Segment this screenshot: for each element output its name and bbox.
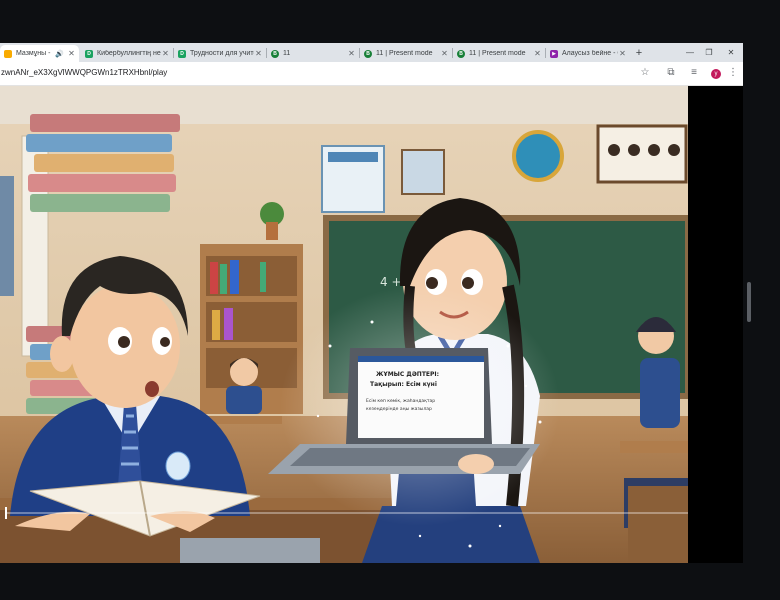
tab-present-mode-2[interactable]: B 11 | Present mode ✕	[453, 45, 545, 62]
tab-label: Кибербуллингтің нег	[97, 50, 161, 57]
video-progress-bar[interactable]	[5, 512, 688, 514]
tab-label: Алаусыз бейне - Goo	[562, 50, 618, 57]
letterbox-bar	[688, 86, 743, 563]
profile-avatar[interactable]: у	[711, 69, 721, 79]
tab-11[interactable]: B 11 ✕	[267, 45, 359, 62]
bookmark-star-icon[interactable]: ☆	[638, 66, 652, 80]
tab-label: 11 | Present mode	[376, 50, 433, 57]
address-bar: zwnANr_eX3XgVlWWQPGWn1zTRXHbnl/play ☆ ⧉ …	[0, 62, 743, 86]
purple-video-icon: ▶	[550, 49, 558, 58]
video-viewport: 4 + 3 =	[0, 86, 743, 563]
doc-icon: D	[85, 49, 93, 58]
minimize-icon[interactable]: —	[683, 45, 697, 61]
laptop-heading: ЖҰМЫС ДӘПТЕРІ:	[376, 371, 439, 378]
tab-label: Трудности для учите	[190, 50, 254, 57]
laptop-body-2: кезеңдерінде аңы жазылар	[366, 406, 432, 412]
new-tab-icon[interactable]: +	[632, 45, 646, 61]
slides-icon	[4, 49, 12, 58]
video-frame[interactable]: 4 + 3 =	[0, 86, 688, 563]
cast-icon[interactable]: ≡	[687, 66, 701, 80]
tab-present-mode-1[interactable]: B 11 | Present mode ✕	[360, 45, 452, 62]
laptop-body-1: Есім көп көмік, жаһандақтар	[366, 397, 435, 404]
maximize-icon[interactable]: ❐	[702, 45, 716, 61]
extensions-icon[interactable]: ⧉	[664, 66, 678, 80]
classroom-illustration: 4 + 3 =	[0, 86, 688, 563]
tab-label: Мазмұны - Goog	[16, 50, 52, 57]
close-tab-icon[interactable]: ✕	[533, 49, 542, 58]
tab-label: 11	[283, 50, 291, 57]
menu-kebab-icon[interactable]: ⋮	[726, 66, 740, 80]
close-tab-icon[interactable]: ✕	[347, 49, 356, 58]
close-tab-icon[interactable]: ✕	[440, 49, 449, 58]
video-scrubber-handle[interactable]	[5, 507, 7, 519]
green-circle-icon: B	[364, 49, 372, 58]
doc-icon: D	[178, 49, 186, 58]
close-tab-icon[interactable]: ✕	[254, 49, 263, 58]
tab-difficulties[interactable]: D Трудности для учите ✕	[174, 45, 266, 62]
close-tab-icon[interactable]: ✕	[67, 49, 76, 58]
browser-window: Мазмұны - Goog 🔊 ✕ D Кибербуллингтің нег…	[0, 43, 743, 563]
url-text[interactable]: zwnANr_eX3XgVlWWQPGWn1zTRXHbnl/play	[1, 68, 167, 77]
green-circle-icon: B	[457, 49, 465, 58]
tab-video[interactable]: ▶ Алаусыз бейне - Goo ✕	[546, 45, 630, 62]
close-tab-icon[interactable]: ✕	[161, 49, 170, 58]
green-circle-icon: B	[271, 49, 279, 58]
tab-label: 11 | Present mode	[469, 50, 526, 57]
laptop-topic: Тақырып: Есім күні	[370, 381, 437, 388]
close-window-icon[interactable]: ✕	[724, 45, 738, 61]
tab-strip: Мазмұны - Goog 🔊 ✕ D Кибербуллингтің нег…	[0, 43, 743, 62]
page-scrollbar-thumb[interactable]	[747, 282, 751, 322]
close-tab-icon[interactable]: ✕	[618, 49, 627, 58]
speaker-icon[interactable]: 🔊	[55, 50, 64, 58]
tab-active-slides[interactable]: Мазмұны - Goog 🔊 ✕	[0, 45, 79, 62]
tab-cyberbullying[interactable]: D Кибербуллингтің нег ✕	[81, 45, 173, 62]
